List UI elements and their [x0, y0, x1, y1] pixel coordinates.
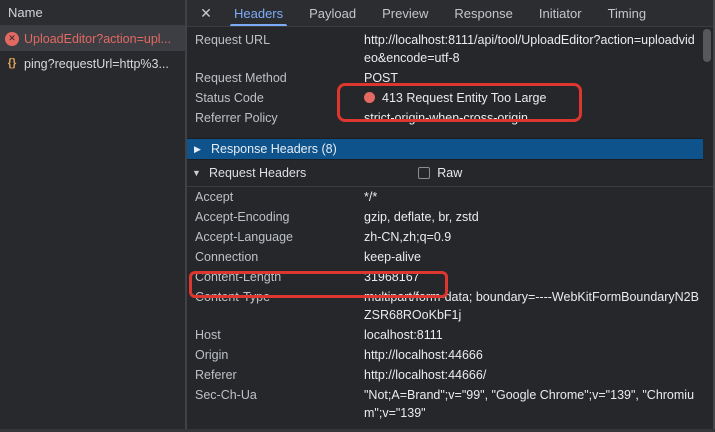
close-details-button[interactable]: ✕	[191, 0, 221, 26]
header-row-accept-encoding: Accept-Encoding gzip, deflate, br, zstd	[187, 207, 715, 227]
braces-icon: {}	[5, 57, 19, 71]
header-row-request-method: Request Method POST	[187, 68, 715, 88]
name-column-header[interactable]: Name	[0, 0, 185, 26]
raw-checkbox-label: Raw	[437, 166, 462, 180]
request-row-ping[interactable]: {} ping?requestUrl=http%3...	[0, 51, 185, 76]
header-row-accept: Accept */*	[187, 187, 715, 207]
details-tabbar: ✕ Headers Payload Preview Response Initi…	[187, 0, 715, 27]
error-status-icon: ✕	[5, 32, 19, 46]
name-column-label: Name	[8, 5, 43, 20]
tab-headers[interactable]: Headers	[224, 0, 293, 26]
tab-timing[interactable]: Timing	[598, 0, 657, 26]
request-name: ping?requestUrl=http%3...	[24, 57, 169, 71]
header-row-referrer-policy: Referrer Policy strict-origin-when-cross…	[187, 108, 715, 128]
header-row-host: Host localhost:8111	[187, 325, 715, 345]
chevron-right-icon: ▶	[194, 144, 204, 155]
close-icon: ✕	[200, 5, 212, 22]
raw-checkbox[interactable]	[418, 167, 430, 179]
vertical-scrollbar[interactable]	[703, 29, 711, 62]
status-code-text: 413 Request Entity Too Large	[382, 91, 546, 105]
header-row-origin: Origin http://localhost:44666	[187, 345, 715, 365]
request-headers-label: Request Headers	[209, 166, 306, 180]
header-row-sec-ch-ua: Sec-Ch-Ua "Not;A=Brand";v="99", "Google …	[187, 385, 715, 423]
headers-content: Request URL http://localhost:8111/api/to…	[187, 27, 715, 432]
request-list-sidebar: Name ✕ UploadEditor?action=upl... {} pin…	[0, 0, 187, 432]
header-row-referer: Referer http://localhost:44666/	[187, 365, 715, 385]
request-row-uploadeditor[interactable]: ✕ UploadEditor?action=upl...	[0, 26, 185, 51]
status-error-dot	[364, 92, 375, 103]
header-row-content-type: Content-Type multipart/form-data; bounda…	[187, 287, 715, 325]
request-name: UploadEditor?action=upl...	[24, 32, 171, 46]
request-details-panel: ✕ Headers Payload Preview Response Initi…	[187, 0, 715, 432]
header-row-connection: Connection keep-alive	[187, 247, 715, 267]
header-row-content-length: Content-Length 31968167	[187, 267, 715, 287]
response-headers-section[interactable]: ▶ Response Headers (8)	[187, 138, 703, 160]
tab-preview[interactable]: Preview	[372, 0, 438, 26]
tab-initiator[interactable]: Initiator	[529, 0, 592, 26]
header-row-request-url: Request URL http://localhost:8111/api/to…	[187, 30, 715, 68]
devtools-network-panel: Name ✕ UploadEditor?action=upl... {} pin…	[0, 0, 715, 432]
tab-payload[interactable]: Payload	[299, 0, 366, 26]
chevron-down-icon: ▼	[192, 168, 202, 178]
response-headers-label: Response Headers (8)	[211, 142, 337, 156]
tab-response[interactable]: Response	[444, 0, 523, 26]
request-headers-section[interactable]: ▼ Request Headers Raw	[187, 160, 715, 187]
header-row-accept-language: Accept-Language zh-CN,zh;q=0.9	[187, 227, 715, 247]
header-row-status-code: Status Code 413 Request Entity Too Large	[187, 88, 715, 108]
